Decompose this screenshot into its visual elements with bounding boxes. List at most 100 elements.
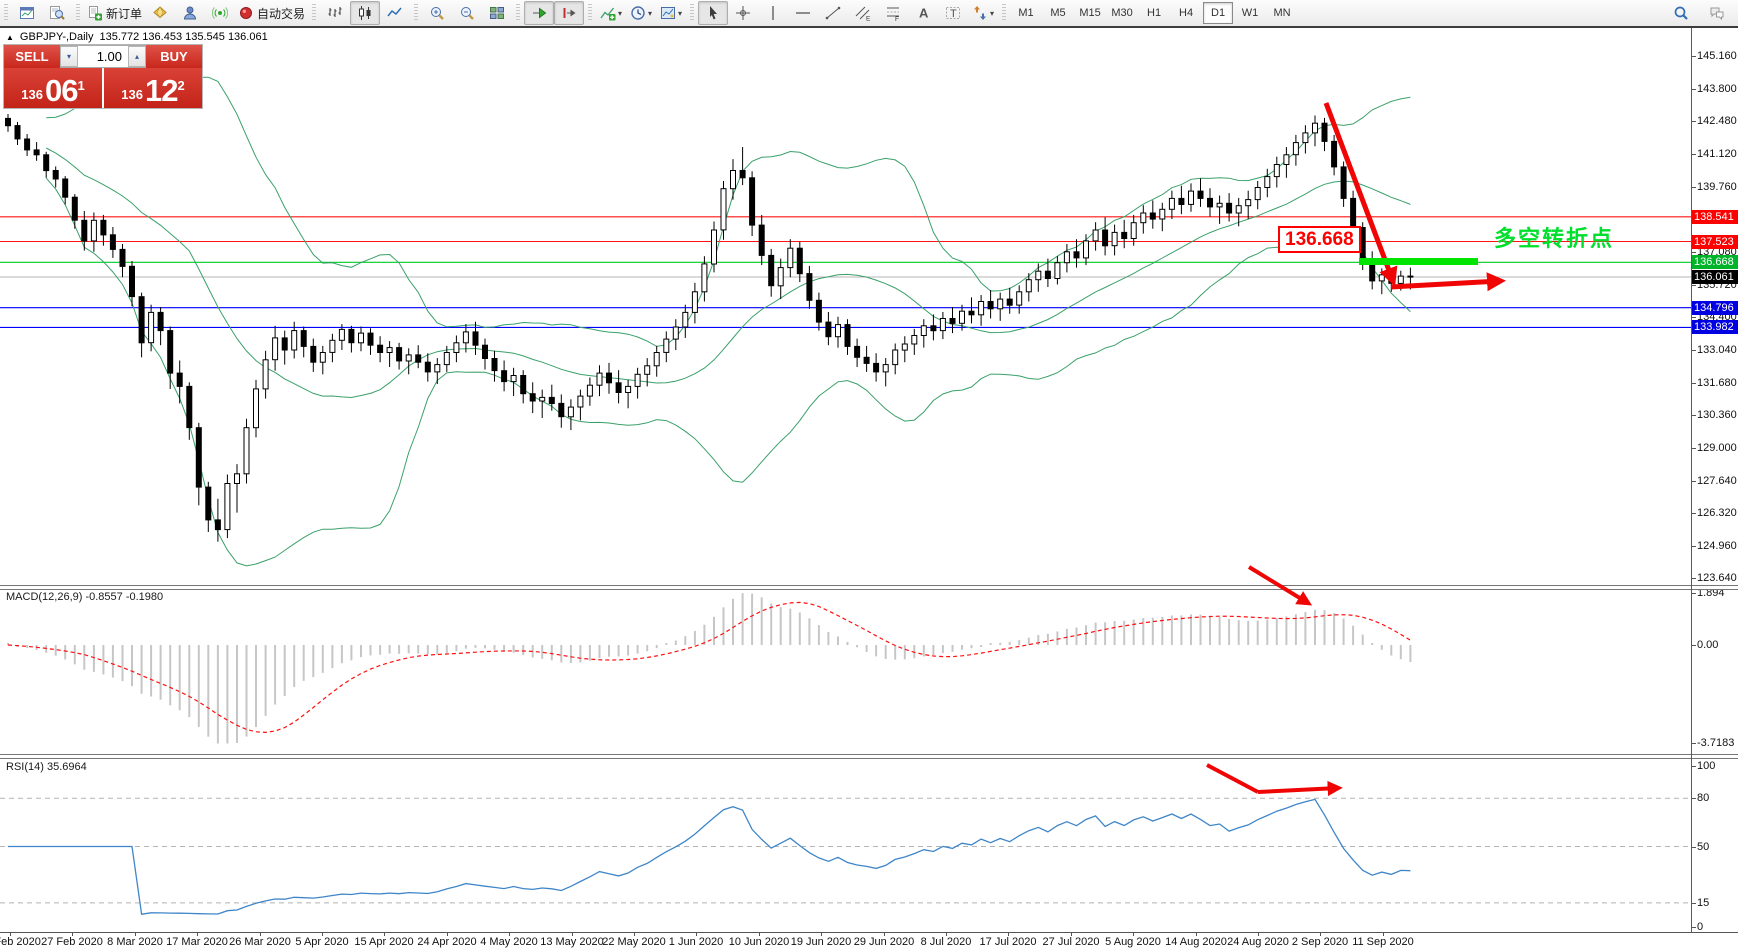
market-watch-icon[interactable] (145, 1, 175, 25)
volume-control: ▾ 1.00 ▴ (60, 45, 146, 68)
toolbar-groups: 新订单 自动交易 ▾ ▾ ▾ E F A T ▾ M1 M5 M15 M30 H1 H4 D1 W1 MN (0, 0, 1298, 26)
one-click-trading-panel: SELL ▾ 1.00 ▴ BUY 136 06 1 136 12 2 (4, 45, 202, 108)
dropdown-caret-icon[interactable]: ▾ (648, 9, 652, 18)
buy-button[interactable]: BUY (146, 45, 202, 68)
line-chart-icon[interactable] (380, 1, 410, 25)
zoom-in-icon[interactable] (422, 1, 452, 25)
templates-icon[interactable]: ▾ (656, 1, 686, 25)
signals-icon[interactable] (205, 1, 235, 25)
toolbar-button-label: 自动交易 (257, 6, 306, 21)
svg-text:E: E (866, 16, 871, 22)
sell-button[interactable]: SELL (4, 45, 60, 68)
rsi-panel-separator[interactable] (0, 754, 1738, 759)
price-tick-label: 133.040 (1692, 344, 1737, 356)
macd-histogram (7, 593, 1412, 744)
support-price-label: 136.668 (1278, 226, 1361, 253)
toolbar-right-icons (1666, 0, 1732, 26)
volume-decrease-button[interactable]: ▾ (60, 46, 78, 67)
bar-chart-icon[interactable] (320, 1, 350, 25)
dropdown-caret-icon[interactable]: ▾ (678, 9, 682, 18)
mt4-terminal-window: 新订单 自动交易 ▾ ▾ ▾ E F A T ▾ M1 M5 M15 M30 H1 H4 D1 W1 MN 145.… (0, 0, 1738, 950)
timeframe-h4-button[interactable]: H4 (1171, 2, 1201, 24)
time-tick-label: 5 Aug 2020 (1105, 936, 1161, 948)
equidistant-channel-icon[interactable]: E (848, 1, 878, 25)
cursor-icon[interactable] (698, 1, 729, 25)
time-tick-label: 17 Mar 2020 (166, 936, 228, 948)
terminal-icon[interactable] (175, 1, 205, 25)
svg-text:T: T (950, 8, 957, 20)
sell-price[interactable]: 136 06 1 (4, 68, 102, 108)
toolbar-grip (516, 4, 521, 22)
sell-price-main: 06 (44, 73, 78, 108)
time-tick-label: 8 Mar 2020 (107, 936, 163, 948)
time-tick-label: 27 Jul 2020 (1042, 936, 1100, 948)
timeframe-m5-button[interactable]: M5 (1043, 2, 1073, 24)
vertical-line-icon[interactable] (758, 1, 788, 25)
periods-icon[interactable]: ▾ (626, 1, 656, 25)
timeframe-m1-button[interactable]: M1 (1011, 2, 1041, 24)
tile-windows-icon[interactable] (482, 1, 512, 25)
candlestick-chart-icon[interactable] (350, 1, 381, 25)
toolbar-grip (4, 4, 8, 22)
macd-indicator-label: MACD(12,26,9) -0.8557 -0.1980 (6, 591, 164, 603)
price-badge: 136.061 (1692, 270, 1738, 284)
price-tick-label: 123.640 (1692, 572, 1737, 584)
time-tick-label: 1 Jun 2020 (668, 936, 724, 948)
text-label-icon[interactable]: T (938, 1, 968, 25)
price-badge: 137.523 (1692, 235, 1738, 249)
dropdown-caret-icon[interactable]: ▾ (990, 9, 994, 18)
time-tick-label: 26 Mar 2020 (229, 936, 291, 948)
timeframe-mn-button[interactable]: MN (1267, 2, 1297, 24)
fibonacci-icon[interactable]: F (878, 1, 908, 25)
auto-scroll-icon[interactable] (524, 1, 555, 25)
rsi-indicator-label: RSI(14) 35.6964 (6, 761, 87, 773)
time-tick-label: 15 Apr 2020 (354, 936, 414, 948)
autotrading-button[interactable]: 自动交易 (235, 1, 308, 25)
new-chart-icon[interactable] (12, 1, 42, 25)
chart-shift-icon[interactable] (554, 1, 585, 25)
buy-price[interactable]: 136 12 2 (104, 68, 202, 108)
time-axis: 18 Feb 202027 Feb 2020 8 Mar 202017 Mar 2… (0, 932, 1738, 950)
price-tick-label: 129.000 (1692, 442, 1737, 454)
sell-price-pip: 1 (77, 78, 85, 93)
horizontal-line-icon[interactable] (788, 1, 818, 25)
rsi-tick-label: 100 (1691, 760, 1716, 772)
rsi-tick-label: 80 (1691, 792, 1710, 804)
search-icon[interactable] (1666, 1, 1696, 25)
sell-price-prefix: 136 (21, 87, 43, 102)
timeframe-m30-button[interactable]: M30 (1107, 2, 1137, 24)
indicators-icon[interactable]: ▾ (596, 1, 626, 25)
volume-input[interactable]: 1.00 (78, 46, 128, 67)
new-order-button[interactable]: 新订单 (84, 1, 145, 25)
time-tick-label: 22 May 2020 (602, 936, 666, 948)
trendline-icon[interactable] (818, 1, 848, 25)
timeframe-w1-button[interactable]: W1 (1235, 2, 1265, 24)
price-badge: 134.796 (1692, 301, 1738, 315)
macd-panel-separator[interactable] (0, 585, 1738, 590)
arrows-icon[interactable]: ▾ (968, 1, 998, 25)
collapse-triangle-icon[interactable]: ▲ (6, 33, 14, 42)
bollinger-bands (45, 76, 1411, 567)
time-tick-label: 27 Feb 2020 (41, 936, 103, 948)
toolbar-grip (1002, 4, 1007, 22)
buy-price-prefix: 136 (121, 87, 143, 102)
time-tick-label: 24 Aug 2020 (1227, 936, 1289, 948)
volume-increase-button[interactable]: ▴ (128, 46, 146, 67)
crosshair-icon[interactable] (728, 1, 758, 25)
zoom-out-icon[interactable] (452, 1, 482, 25)
dropdown-caret-icon[interactable]: ▾ (618, 9, 622, 18)
toolbar-grip (588, 4, 593, 22)
timeframe-m15-button[interactable]: M15 (1075, 2, 1105, 24)
buy-price-pip: 2 (177, 78, 185, 93)
chart-area[interactable] (0, 28, 1691, 932)
time-tick-label: 17 Jul 2020 (979, 936, 1037, 948)
text-icon[interactable]: A (908, 1, 938, 25)
symbol-name: GBPJPY-,Daily (19, 31, 94, 43)
time-tick-label: 18 Feb 2020 (0, 936, 41, 948)
timeframe-h1-button[interactable]: H1 (1139, 2, 1169, 24)
rsi-level-lines (0, 797, 1691, 904)
timeframe-d1-button[interactable]: D1 (1203, 2, 1234, 24)
profiles-icon[interactable] (42, 1, 72, 25)
turning-point-text: 多空转折点 (1494, 226, 1615, 251)
chat-icon[interactable] (1702, 1, 1732, 25)
